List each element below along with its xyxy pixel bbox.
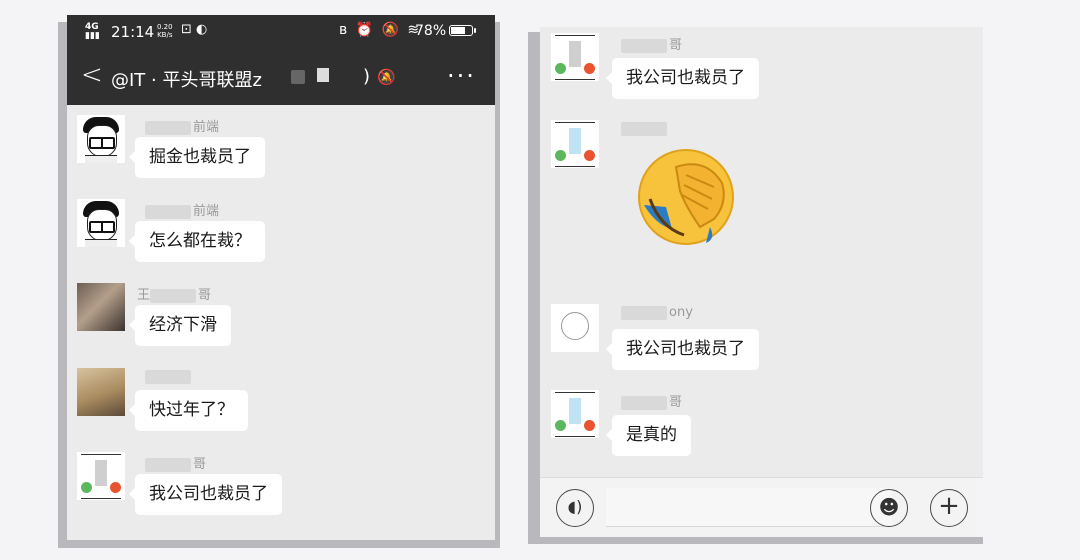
chat-header: < @IT · 平头哥联盟z ) 🔕 ··· xyxy=(67,48,495,105)
notification-icons: ⊡ ◐ xyxy=(181,22,207,37)
plus-icon[interactable]: + xyxy=(930,489,968,527)
sender-name: 王哥 xyxy=(137,288,212,303)
avatar[interactable] xyxy=(551,120,599,168)
sim-icon: ⊡ xyxy=(181,22,192,37)
sender-name: 哥 xyxy=(145,453,206,472)
voice-icon[interactable]: ◖) xyxy=(556,489,594,527)
status-bar: 4G ▮▮▮ 21:14 0.20 KB/s ⊡ ◐ ʙ ⏰ 🔕 ≋ 78% xyxy=(67,15,495,48)
avatar[interactable] xyxy=(551,304,599,352)
redacted-block xyxy=(291,70,305,84)
sender-name: ony xyxy=(621,305,693,320)
alarm-icon: ⏰ xyxy=(355,22,376,38)
left-chat-screen: 4G ▮▮▮ 21:14 0.20 KB/s ⊡ ◐ ʙ ⏰ 🔕 ≋ 78% < @… xyxy=(67,15,495,540)
system-icons: ʙ ⏰ 🔕 ≋ xyxy=(339,22,421,38)
sender-name: 哥 xyxy=(621,391,682,410)
message-bubble[interactable]: 掘金也裁员了 xyxy=(129,137,265,178)
smiley-icon[interactable]: ☻ xyxy=(870,489,908,527)
facepalm-emoji-icon[interactable] xyxy=(636,147,736,247)
back-arrow-icon[interactable]: < xyxy=(81,62,103,88)
avatar[interactable] xyxy=(77,199,125,247)
mute-bell-icon: 🔕 xyxy=(377,68,396,86)
message-input[interactable] xyxy=(606,488,892,527)
sender-name xyxy=(145,369,193,384)
sender-name: 前端 xyxy=(145,116,219,135)
message-bubble[interactable]: 我公司也裁员了 xyxy=(606,58,759,99)
avatar[interactable] xyxy=(551,33,599,81)
sender-name xyxy=(621,121,669,136)
avatar[interactable] xyxy=(77,452,125,500)
battery-icon xyxy=(449,25,476,36)
avatar[interactable] xyxy=(77,283,125,331)
network-indicator: 4G ▮▮▮ xyxy=(85,22,100,41)
net-speed: 0.20 KB/s xyxy=(157,23,173,39)
redacted-block xyxy=(317,68,329,82)
right-chat-screen: 哥 我公司也裁员了 ony 我公司也裁员了 哥 是真的 ◖) ☻ + xyxy=(540,27,983,537)
sender-name: 哥 xyxy=(621,34,682,53)
bluetooth-icon: ʙ xyxy=(339,22,350,38)
message-bubble[interactable]: 我公司也裁员了 xyxy=(129,474,282,515)
app-notify-icon: ◐ xyxy=(196,22,208,37)
avatar[interactable] xyxy=(77,115,125,163)
silent-icon: 🔕 xyxy=(381,22,401,38)
chat-title: @IT · 平头哥联盟z xyxy=(111,70,262,91)
sender-name: 前端 xyxy=(145,200,219,219)
message-bubble[interactable]: 我公司也裁员了 xyxy=(606,329,759,370)
message-bubble[interactable]: 快过年了？ xyxy=(129,390,248,431)
more-options-icon[interactable]: ··· xyxy=(447,62,476,90)
battery-fill xyxy=(451,27,466,34)
message-bubble[interactable]: 怎么都在裁？ xyxy=(129,221,265,262)
input-bar: ◖) ☻ + xyxy=(540,477,983,537)
avatar[interactable] xyxy=(551,390,599,438)
clock: 21:14 xyxy=(111,23,155,41)
message-bubble[interactable]: 是真的 xyxy=(606,415,691,456)
battery-percent: 78% xyxy=(415,23,447,39)
title-close-paren: ) xyxy=(363,66,371,87)
message-bubble[interactable]: 经济下滑 xyxy=(129,305,231,346)
avatar[interactable] xyxy=(77,368,125,416)
